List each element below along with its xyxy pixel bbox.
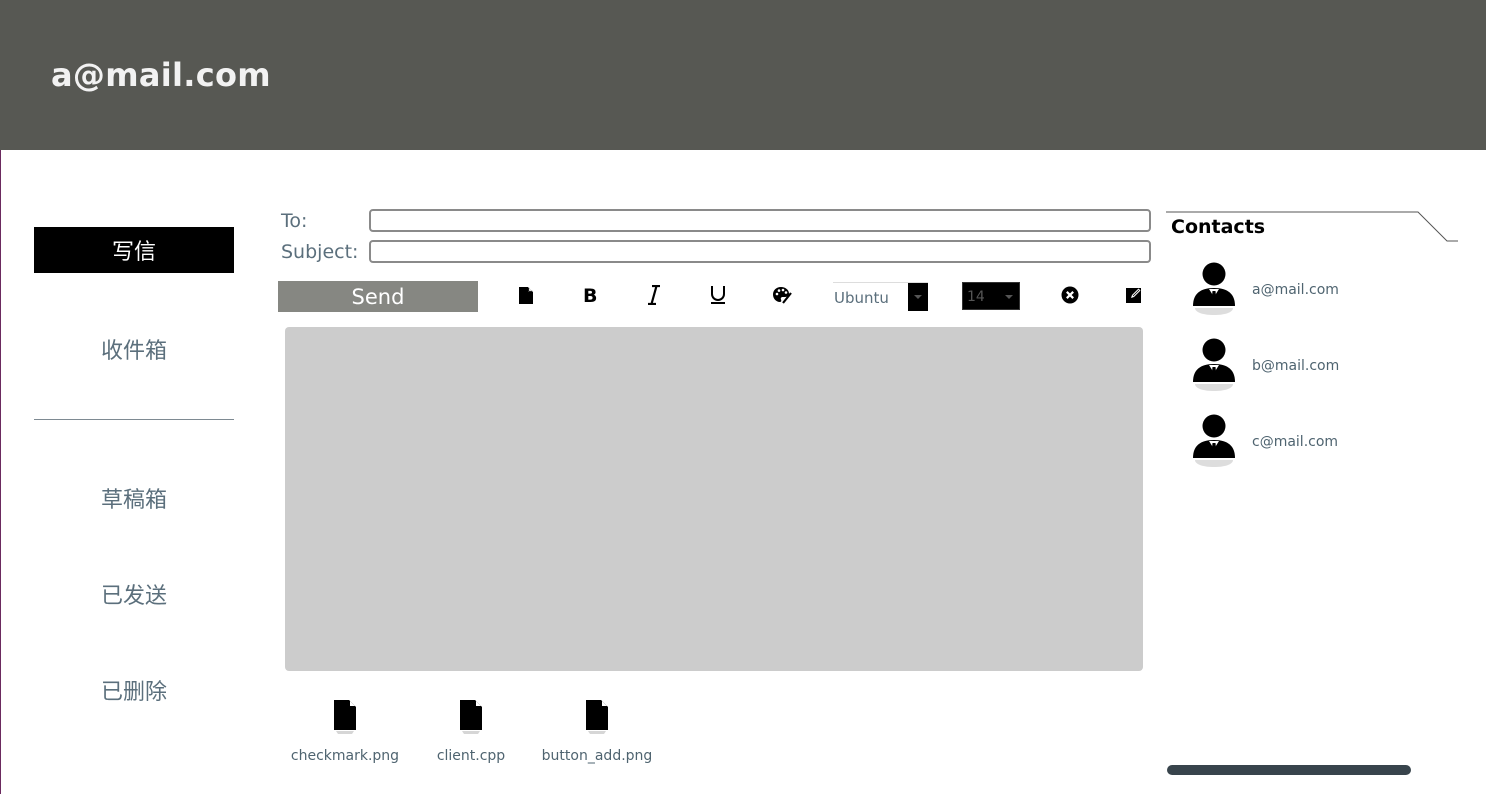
new-document-icon[interactable] [513, 283, 539, 307]
file-icon [334, 700, 356, 734]
svg-text:B: B [583, 286, 597, 304]
attachment-item[interactable]: checkmark.png [280, 700, 410, 764]
subject-input[interactable] [369, 240, 1151, 263]
contact-email: b@mail.com [1252, 358, 1340, 374]
person-icon [1193, 262, 1235, 315]
sidebar-item-drafts[interactable]: 草稿箱 [34, 482, 234, 514]
attachment-name: button_add.png [541, 748, 653, 764]
message-body-editor[interactable] [285, 327, 1143, 671]
file-icon [586, 700, 608, 734]
attachment-name: checkmark.png [290, 748, 400, 764]
send-button[interactable]: Send [278, 281, 478, 312]
compose-button[interactable]: 写信 [34, 227, 234, 273]
clear-format-icon[interactable] [1057, 283, 1083, 307]
contact-email: c@mail.com [1252, 434, 1339, 450]
font-family-value: Ubuntu [834, 289, 889, 307]
font-size-value: 14 [967, 289, 985, 305]
contact-item[interactable]: c@mail.com [1190, 414, 1430, 474]
account-title: a@mail.com [51, 56, 271, 94]
italic-icon[interactable] [641, 283, 667, 307]
subject-label: Subject: [281, 241, 359, 263]
attachment-item[interactable]: client.cpp [406, 700, 536, 764]
attachment-name: client.cpp [436, 748, 506, 764]
palette-icon[interactable] [769, 283, 795, 307]
contact-item[interactable]: a@mail.com [1190, 262, 1430, 322]
sidebar-item-inbox[interactable]: 收件箱 [34, 333, 234, 365]
to-input[interactable] [369, 209, 1151, 232]
to-label: To: [281, 210, 308, 232]
contacts-scrollbar[interactable] [1167, 765, 1411, 775]
app-header: a@mail.com [0, 0, 1486, 150]
contacts-title: Contacts [1171, 216, 1266, 238]
edit-icon[interactable] [1121, 283, 1147, 307]
font-size-select[interactable]: 14 [962, 282, 1020, 310]
sidebar-item-deleted[interactable]: 已删除 [34, 674, 234, 706]
chevron-down-icon[interactable] [908, 283, 928, 311]
contact-email: a@mail.com [1252, 282, 1339, 298]
underline-icon[interactable] [705, 283, 731, 307]
sidebar-divider [34, 419, 234, 420]
contact-item[interactable]: b@mail.com [1190, 338, 1430, 398]
person-icon [1193, 414, 1235, 467]
file-icon [460, 700, 482, 734]
font-family-select[interactable]: Ubuntu [833, 282, 928, 311]
attachment-item[interactable]: button_add.png [532, 700, 662, 764]
sidebar-item-sent[interactable]: 已发送 [34, 578, 234, 610]
bold-icon[interactable]: B [577, 283, 603, 307]
person-icon [1193, 338, 1235, 391]
